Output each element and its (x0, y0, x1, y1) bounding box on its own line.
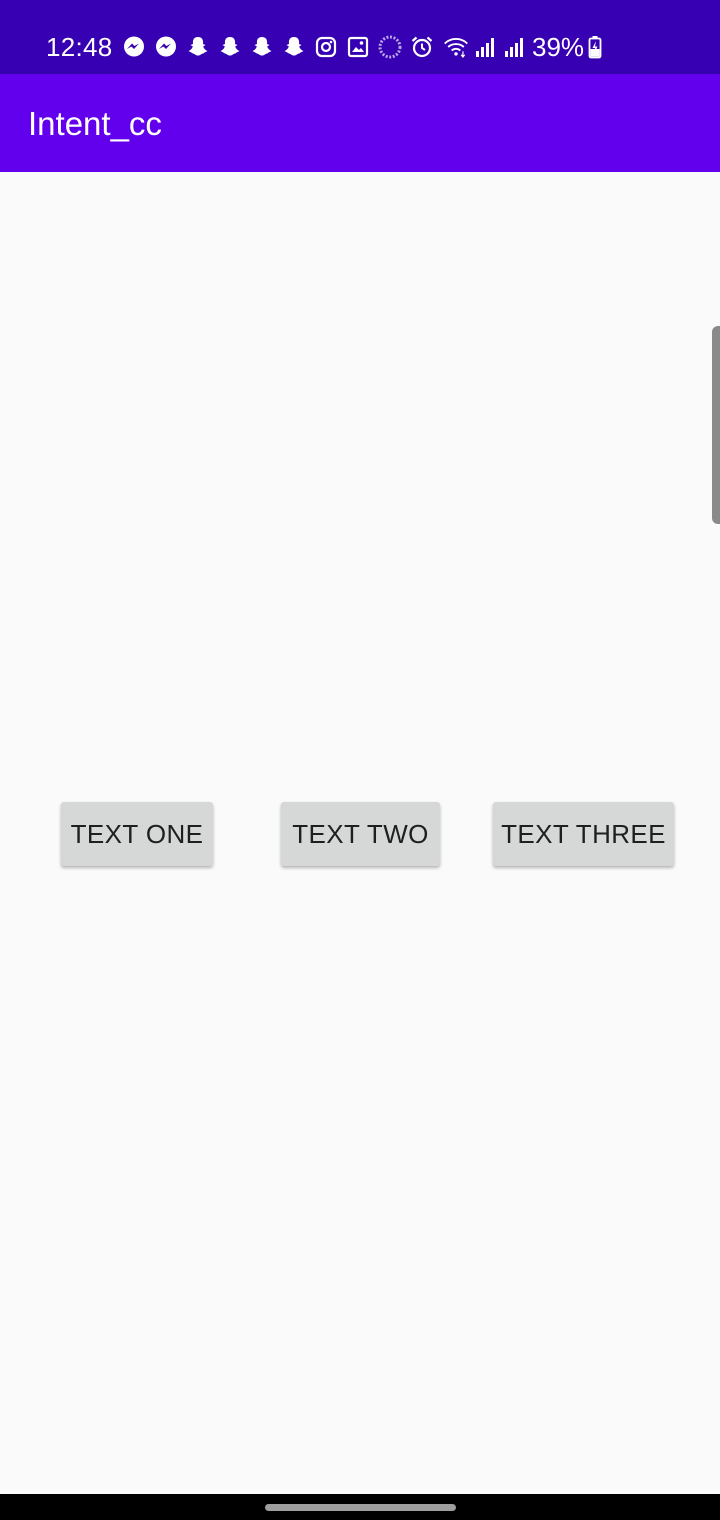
notification-icons (121, 34, 435, 60)
messenger-icon (121, 34, 147, 60)
signal-icon (472, 34, 498, 60)
battery-percentage: 39% (532, 32, 585, 62)
messenger-icon (153, 34, 179, 60)
alarm-icon (409, 34, 435, 60)
navigation-bar (0, 1494, 720, 1520)
snapchat-icon (281, 34, 307, 60)
signal-icon (501, 34, 527, 60)
system-indicators: 39% (443, 33, 603, 61)
app-title: Intent_cc (28, 105, 162, 142)
text-three-button[interactable]: TEXT THREE (493, 802, 674, 866)
text-two-button[interactable]: TEXT TWO (281, 802, 440, 866)
gallery-icon (345, 34, 371, 60)
snapchat-icon (249, 34, 275, 60)
sync-ring-icon (377, 34, 403, 60)
status-bar: 12:48 39% (0, 0, 720, 74)
snapchat-icon (185, 34, 211, 60)
edge-panel-handle[interactable] (712, 326, 720, 524)
wifi-icon (443, 34, 469, 60)
app-bar: Intent_cc (0, 74, 720, 172)
text-one-button[interactable]: TEXT ONE (61, 802, 213, 866)
snapchat-icon (217, 34, 243, 60)
status-time: 12:48 (46, 32, 113, 62)
instagram-icon (313, 34, 339, 60)
home-gesture-handle[interactable] (265, 1504, 456, 1511)
battery-charging-icon (587, 34, 603, 60)
